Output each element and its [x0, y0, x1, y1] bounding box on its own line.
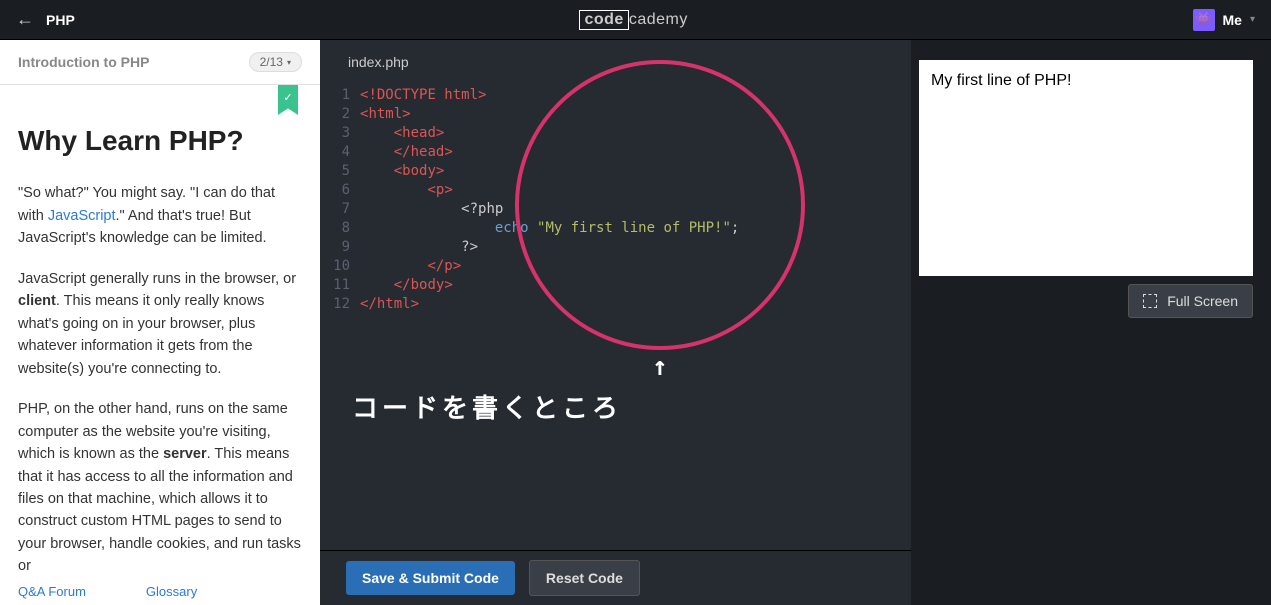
lesson-paragraph: PHP, on the other hand, runs on the same…	[18, 398, 302, 578]
line-number: 9	[320, 238, 350, 257]
line-number: 8	[320, 219, 350, 238]
line-gutter: 1 2 3 4 5 6 7 8 9 10 11 12	[320, 86, 360, 544]
logo[interactable]: codecademy	[579, 11, 687, 29]
line-number: 2	[320, 105, 350, 124]
editor-footer: Save & Submit Code Reset Code	[320, 550, 911, 605]
chevron-down-icon: ▾	[1250, 14, 1255, 25]
me-label: Me	[1223, 12, 1242, 28]
javascript-link[interactable]: JavaScript	[48, 208, 116, 224]
main-layout: Introduction to PHP 2/13 ▾ ✓ Why Learn P…	[0, 40, 1271, 605]
code-body[interactable]: <!DOCTYPE html> <html> <head> </head> <b…	[360, 86, 911, 544]
editor-tabs: index.php	[320, 40, 911, 80]
progress-badge[interactable]: 2/13 ▾	[249, 52, 302, 72]
lesson-sidebar: Introduction to PHP 2/13 ▾ ✓ Why Learn P…	[0, 40, 320, 605]
lesson-paragraph: "So what?" You might say. "I can do that…	[18, 182, 302, 249]
fullscreen-button[interactable]: Full Screen	[1128, 284, 1253, 318]
fullscreen-row: Full Screen	[919, 284, 1253, 318]
progress-text: 2/13	[260, 55, 283, 69]
output-box: My first line of PHP!	[919, 60, 1253, 276]
line-number: 4	[320, 143, 350, 162]
line-number: 7	[320, 200, 350, 219]
line-number: 6	[320, 181, 350, 200]
logo-boxed: code	[579, 10, 628, 30]
sidebar-footer: Q&A Forum Glossary	[0, 578, 320, 605]
chevron-down-icon: ▾	[287, 58, 291, 67]
line-number: 12	[320, 295, 350, 314]
avatar-icon: 👾	[1193, 9, 1215, 31]
lesson-heading: Why Learn PHP?	[18, 119, 302, 162]
save-submit-button[interactable]: Save & Submit Code	[346, 561, 515, 595]
sidebar-header: Introduction to PHP 2/13 ▾	[0, 40, 320, 85]
fullscreen-icon	[1143, 294, 1157, 308]
topbar: ← PHP codecademy 👾 Me ▾	[0, 0, 1271, 40]
output-text: My first line of PHP!	[931, 72, 1071, 89]
line-number: 11	[320, 276, 350, 295]
lesson-paragraph: JavaScript generally runs in the browser…	[18, 268, 302, 380]
editor-area: index.php ↑ コードを書くところ 1 2 3 4 5 6 7 8 9 …	[320, 40, 911, 605]
course-title: PHP	[46, 12, 75, 28]
tab-indexphp[interactable]: index.php	[328, 44, 429, 80]
section-title: Introduction to PHP	[18, 54, 149, 70]
line-number: 1	[320, 86, 350, 105]
reset-code-button[interactable]: Reset Code	[529, 560, 640, 596]
user-menu[interactable]: 👾 Me ▾	[1193, 9, 1255, 31]
qa-forum-link[interactable]: Q&A Forum	[18, 584, 86, 599]
glossary-link[interactable]: Glossary	[146, 584, 197, 599]
code-editor[interactable]: ↑ コードを書くところ 1 2 3 4 5 6 7 8 9 10 11 12 <…	[320, 80, 911, 550]
fullscreen-label: Full Screen	[1167, 293, 1238, 309]
lesson-content[interactable]: Why Learn PHP? "So what?" You might say.…	[0, 85, 320, 605]
line-number: 10	[320, 257, 350, 276]
logo-rest: cademy	[629, 11, 688, 28]
line-number: 3	[320, 124, 350, 143]
back-arrow-icon[interactable]: ←	[16, 9, 34, 30]
line-number: 5	[320, 162, 350, 181]
output-panel: My first line of PHP! Full Screen	[911, 40, 1271, 605]
topbar-left: ← PHP	[16, 9, 75, 30]
